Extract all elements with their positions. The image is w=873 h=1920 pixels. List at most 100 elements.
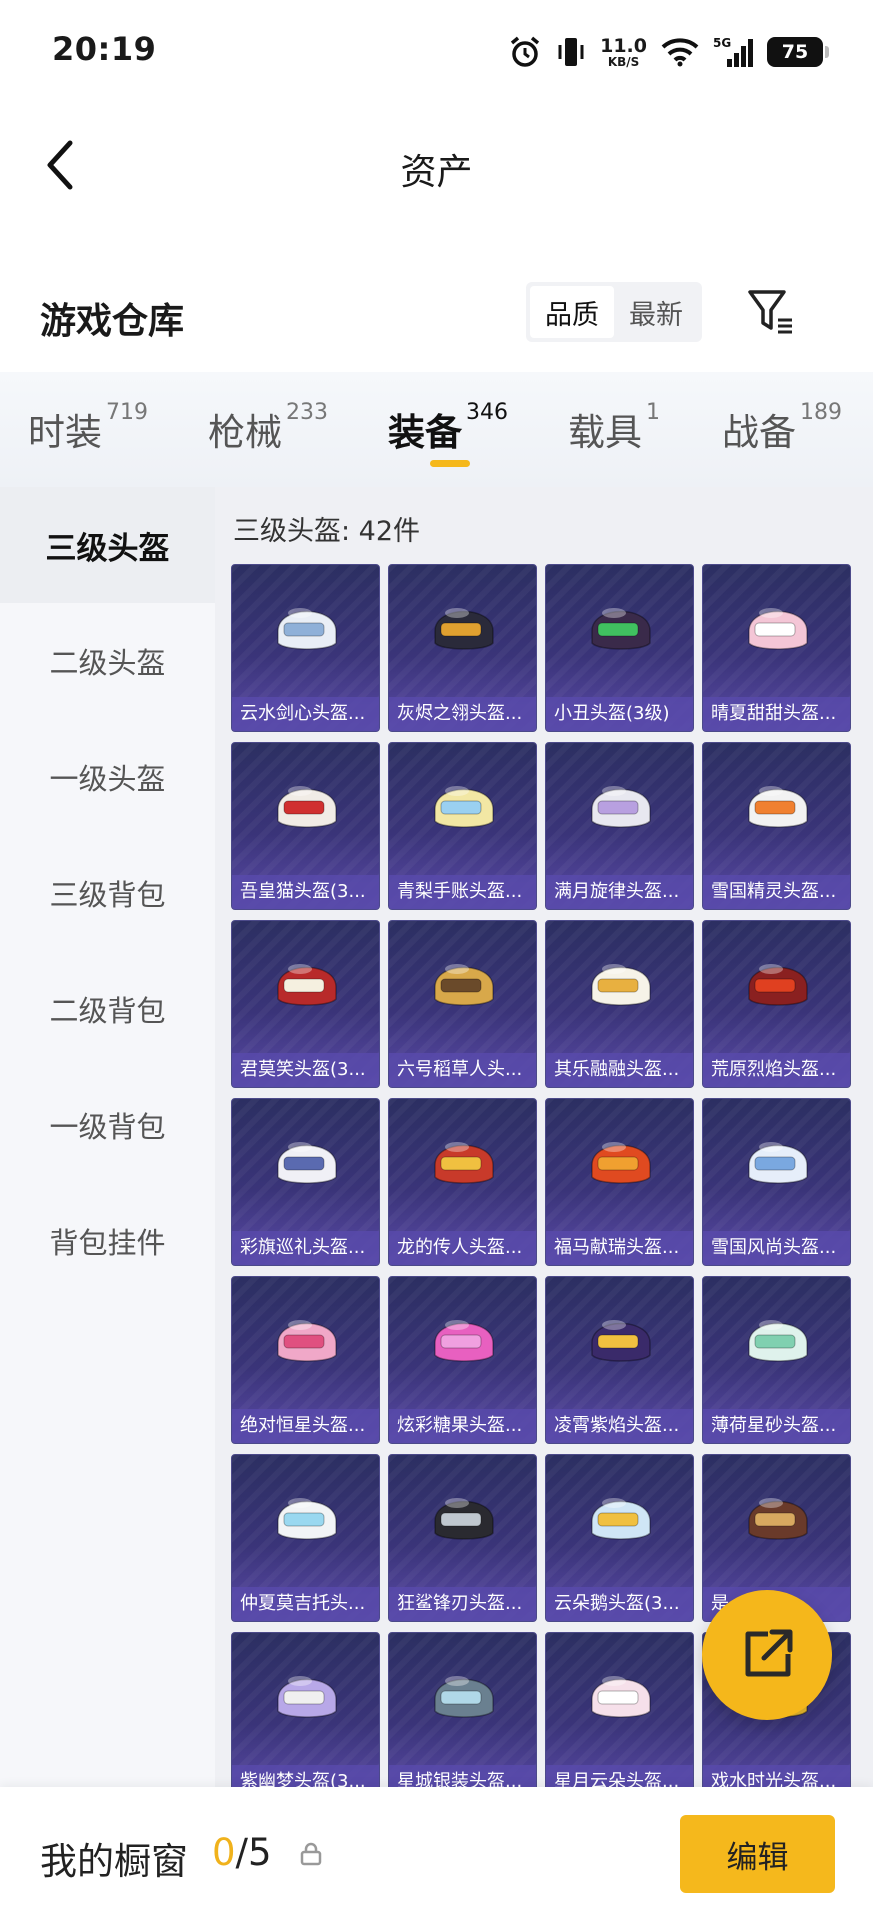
page-title: 资产 (400, 152, 473, 193)
item-name: 凌霄紫焰头盔... (546, 1409, 693, 1443)
side-item-level2-helmet[interactable]: 二级头盔 (0, 603, 215, 719)
item-name: 灰烬之翎头盔... (389, 697, 536, 731)
tab-weapons[interactable]: 枪械 233 (208, 400, 328, 456)
helmet-icon (434, 1498, 494, 1540)
helmet-icon (748, 1498, 808, 1540)
helmet-icon (591, 1676, 651, 1718)
side-item-backpack-charm[interactable]: 背包挂件 (0, 1183, 215, 1299)
helmet-icon (277, 608, 337, 650)
item-name: 紫幽梦头盔(3... (232, 1765, 379, 1787)
item-card[interactable]: 雪国精灵头盔... (702, 742, 851, 910)
showcase-count: 0/5 (212, 1831, 272, 1874)
item-card[interactable]: 吾皇猫头盔(3... (231, 742, 380, 910)
wifi-icon (661, 32, 699, 72)
helmet-icon (277, 1498, 337, 1540)
item-card[interactable]: 云朵鹅头盔(3... (545, 1454, 694, 1622)
item-card[interactable]: 彩旗巡礼头盔... (231, 1098, 380, 1266)
active-tab-indicator (430, 460, 470, 467)
helmet-icon (277, 1320, 337, 1362)
item-card[interactable]: 狂鲨锋刃头盔... (388, 1454, 537, 1622)
helmet-icon (434, 786, 494, 828)
item-name: 满月旋律头盔... (546, 875, 693, 909)
side-item-level3-helmet[interactable]: 三级头盔 (0, 487, 215, 603)
item-card[interactable]: 荒原烈焰头盔... (702, 920, 851, 1088)
item-card[interactable]: 晴夏甜甜头盔... (702, 564, 851, 732)
item-name: 彩旗巡礼头盔... (232, 1231, 379, 1265)
section-title: 三级头盔: 42件 (233, 516, 421, 547)
sort-quality-option[interactable]: 品质 (530, 286, 614, 338)
side-item-level1-backpack[interactable]: 一级背包 (0, 1067, 215, 1183)
filter-icon (748, 290, 792, 334)
sort-toggle: 品质 最新 (526, 282, 702, 342)
item-name: 雪国精灵头盔... (703, 875, 850, 909)
item-card[interactable]: 君莫笑头盔(3... (231, 920, 380, 1088)
category-tabs: 时装 719 枪械 233 装备 346 载具 1 战备 189 (0, 372, 873, 487)
helmet-icon (591, 1320, 651, 1362)
helmet-icon (434, 1142, 494, 1184)
item-name: 其乐融融头盔... (546, 1053, 693, 1087)
item-card[interactable]: 云水剑心头盔... (231, 564, 380, 732)
status-time: 20:19 (52, 30, 157, 68)
item-card[interactable]: 其乐融融头盔... (545, 920, 694, 1088)
side-item-level1-helmet[interactable]: 一级头盔 (0, 719, 215, 835)
share-icon (745, 1629, 793, 1677)
helmet-icon (277, 1676, 337, 1718)
sort-latest-option[interactable]: 最新 (614, 286, 698, 338)
item-name: 星城银装头盔... (389, 1765, 536, 1787)
item-card[interactable]: 满月旋律头盔... (545, 742, 694, 910)
item-name: 六号稻草人头... (389, 1053, 536, 1087)
item-card[interactable]: 绝对恒星头盔... (231, 1276, 380, 1444)
helmet-icon (434, 608, 494, 650)
item-name: 炫彩糖果头盔... (389, 1409, 536, 1443)
helmet-icon (748, 1142, 808, 1184)
item-card[interactable]: 青梨手账头盔... (388, 742, 537, 910)
item-name: 薄荷星砂头盔... (703, 1409, 850, 1443)
helmet-icon (748, 786, 808, 828)
item-card[interactable]: 薄荷星砂头盔... (702, 1276, 851, 1444)
side-item-level3-backpack[interactable]: 三级背包 (0, 835, 215, 951)
helmet-icon (277, 1142, 337, 1184)
bottom-bar: 我的橱窗 0/5 编辑 (0, 1787, 873, 1920)
item-card[interactable]: 凌霄紫焰头盔... (545, 1276, 694, 1444)
network-type-label: 5G (713, 36, 731, 50)
item-card[interactable]: 灰烬之翎头盔... (388, 564, 537, 732)
tab-vehicles[interactable]: 载具 1 (568, 400, 660, 456)
item-card[interactable]: 龙的传人头盔... (388, 1098, 537, 1266)
item-card[interactable]: 仲夏莫吉托头... (231, 1454, 380, 1622)
item-name: 星月云朵头盔... (546, 1765, 693, 1787)
item-name: 雪国风尚头盔... (703, 1231, 850, 1265)
showcase-label: 我的橱窗 (40, 1840, 188, 1883)
item-card[interactable]: 紫幽梦头盔(3... (231, 1632, 380, 1787)
tab-supplies[interactable]: 战备 189 (722, 400, 842, 456)
helmet-icon (748, 964, 808, 1006)
item-name: 云朵鹅头盔(3... (546, 1587, 693, 1621)
tab-fashion[interactable]: 时装 719 (28, 400, 148, 456)
item-card[interactable]: 小丑头盔(3级) (545, 564, 694, 732)
item-card[interactable]: 雪国风尚头盔... (702, 1098, 851, 1266)
helmet-icon (434, 1320, 494, 1362)
item-name: 绝对恒星头盔... (232, 1409, 379, 1443)
helmet-icon (748, 1320, 808, 1362)
item-card[interactable]: 星城银装头盔... (388, 1632, 537, 1787)
share-button[interactable] (702, 1590, 832, 1720)
item-card[interactable]: 福马献瑞头盔... (545, 1098, 694, 1266)
side-menu: 三级头盔 二级头盔 一级头盔 三级背包 二级背包 一级背包 背包挂件 (0, 487, 215, 1787)
item-name: 君莫笑头盔(3... (232, 1053, 379, 1087)
item-name: 戏水时光头盔... (703, 1765, 850, 1787)
warehouse-header: 游戏仓库 品质 最新 (0, 270, 873, 370)
helmet-icon (591, 608, 651, 650)
item-card[interactable]: 炫彩糖果头盔... (388, 1276, 537, 1444)
helmet-icon (591, 1498, 651, 1540)
item-name: 小丑头盔(3级) (546, 697, 693, 731)
side-item-level2-backpack[interactable]: 二级背包 (0, 951, 215, 1067)
item-name: 云水剑心头盔... (232, 697, 379, 731)
filter-button[interactable] (744, 284, 800, 340)
lock-icon (300, 1842, 322, 1866)
item-card[interactable]: 星月云朵头盔... (545, 1632, 694, 1787)
edit-button[interactable]: 编辑 (680, 1815, 835, 1893)
cellular-signal-icon: 5G (713, 32, 753, 72)
tab-equipment[interactable]: 装备 346 (388, 400, 508, 456)
item-card[interactable]: 六号稻草人头... (388, 920, 537, 1088)
item-name: 青梨手账头盔... (389, 875, 536, 909)
network-speed: 11.0 KB/S (600, 34, 647, 69)
